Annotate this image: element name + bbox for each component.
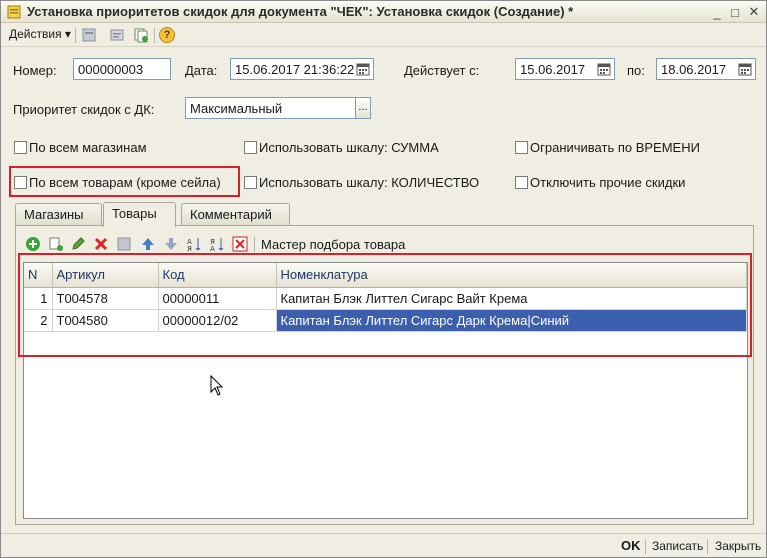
title-bar: Установка приоритетов скидок для докумен…: [1, 1, 766, 23]
all-goods-label: По всем товарам (кроме сейла): [29, 175, 221, 190]
save-button[interactable]: Записать: [652, 539, 703, 553]
disable-other-checkbox[interactable]: Отключить прочие скидки: [515, 175, 685, 190]
window-title: Установка приоритетов скидок для докумен…: [27, 4, 574, 19]
maximize-button[interactable]: □: [727, 4, 743, 20]
document-icon: [7, 5, 21, 19]
toolbar-separator: [75, 28, 76, 43]
edit-row-icon[interactable]: [70, 236, 86, 252]
copy-document-icon[interactable]: [133, 27, 149, 43]
limit-time-checkbox[interactable]: Ограничивать по ВРЕМЕНИ: [515, 140, 700, 155]
scale-qty-label: Использовать шкалу: КОЛИЧЕСТВО: [259, 175, 480, 190]
end-edit-icon[interactable]: [116, 236, 132, 252]
copy-row-icon[interactable]: [48, 236, 64, 252]
all-stores-label: По всем магазинам: [29, 140, 147, 155]
valid-from-value: 15.06.2017: [520, 62, 586, 77]
number-label: Номер:: [13, 63, 57, 78]
valid-to-label: по:: [627, 63, 645, 78]
checkbox-box[interactable]: [515, 141, 528, 154]
toolbar-separator: [154, 28, 155, 43]
move-down-icon[interactable]: [163, 236, 179, 252]
product-wizard-button[interactable]: Мастер подбора товара: [261, 237, 405, 252]
calendar-icon[interactable]: [356, 62, 370, 76]
sort-descending-icon[interactable]: ЯA: [209, 236, 225, 252]
tab-goods[interactable]: Товары: [103, 202, 176, 227]
number-field[interactable]: 000000003: [73, 58, 171, 80]
date-value: 15.06.2017 21:36:22: [235, 62, 355, 77]
document-window: Установка приоритетов скидок для докумен…: [0, 0, 767, 558]
checkbox-box[interactable]: [14, 141, 27, 154]
command-bar: Действия ▾ ?: [1, 23, 766, 47]
footer-bar: OK Записать Закрыть: [1, 533, 766, 557]
valid-to-value: 18.06.2017: [661, 62, 727, 77]
post-document-icon[interactable]: [81, 27, 97, 43]
ok-button[interactable]: OK: [621, 538, 641, 553]
close-button[interactable]: Закрыть: [715, 539, 761, 553]
priority-select-button[interactable]: ...: [355, 97, 371, 119]
priority-label: Приоритет скидок с ДК:: [13, 102, 155, 117]
valid-from-field[interactable]: 15.06.2017: [515, 58, 615, 80]
minimize-button[interactable]: _: [709, 4, 725, 20]
valid-to-field[interactable]: 18.06.2017: [656, 58, 756, 80]
date-label: Дата:: [185, 63, 218, 78]
toolbar-separator: [254, 237, 255, 252]
tab-comment[interactable]: Комментарий: [181, 203, 290, 226]
priority-field[interactable]: Максимальный: [185, 97, 356, 119]
move-up-icon[interactable]: [140, 236, 156, 252]
delete-row-icon[interactable]: [93, 236, 109, 252]
document-structure-icon[interactable]: [109, 27, 125, 43]
all-goods-checkbox[interactable]: По всем товарам (кроме сейла): [14, 175, 221, 190]
actions-menu[interactable]: Действия ▾: [9, 27, 71, 41]
checkbox-box[interactable]: [244, 141, 257, 154]
highlight-frame: [18, 253, 752, 357]
all-stores-checkbox[interactable]: По всем магазинам: [14, 140, 147, 155]
svg-text:A: A: [210, 245, 215, 252]
close-window-button[interactable]: ✕: [746, 4, 762, 20]
sort-ascending-icon[interactable]: AЯ: [186, 236, 202, 252]
help-icon[interactable]: ?: [159, 27, 175, 43]
add-row-icon[interactable]: [25, 236, 41, 252]
tab-stores[interactable]: Магазины: [15, 203, 102, 226]
scale-sum-label: Использовать шкалу: СУММА: [259, 140, 439, 155]
footer-separator: [645, 539, 646, 554]
calendar-icon[interactable]: [738, 62, 752, 76]
disable-other-label: Отключить прочие скидки: [530, 175, 686, 190]
scale-sum-checkbox[interactable]: Использовать шкалу: СУММА: [244, 140, 439, 155]
checkbox-box[interactable]: [244, 176, 257, 189]
limit-time-label: Ограничивать по ВРЕМЕНИ: [530, 140, 700, 155]
mouse-cursor-icon: [210, 375, 224, 396]
svg-text:Я: Я: [187, 245, 192, 252]
calendar-icon[interactable]: [597, 62, 611, 76]
scale-qty-checkbox[interactable]: Использовать шкалу: КОЛИЧЕСТВО: [244, 175, 479, 190]
date-field[interactable]: 15.06.2017 21:36:22: [230, 58, 374, 80]
valid-from-label: Действует с:: [404, 63, 480, 78]
checkbox-box[interactable]: [515, 176, 528, 189]
footer-separator: [707, 539, 708, 554]
clear-table-icon[interactable]: [232, 236, 248, 252]
checkbox-box[interactable]: [14, 176, 27, 189]
